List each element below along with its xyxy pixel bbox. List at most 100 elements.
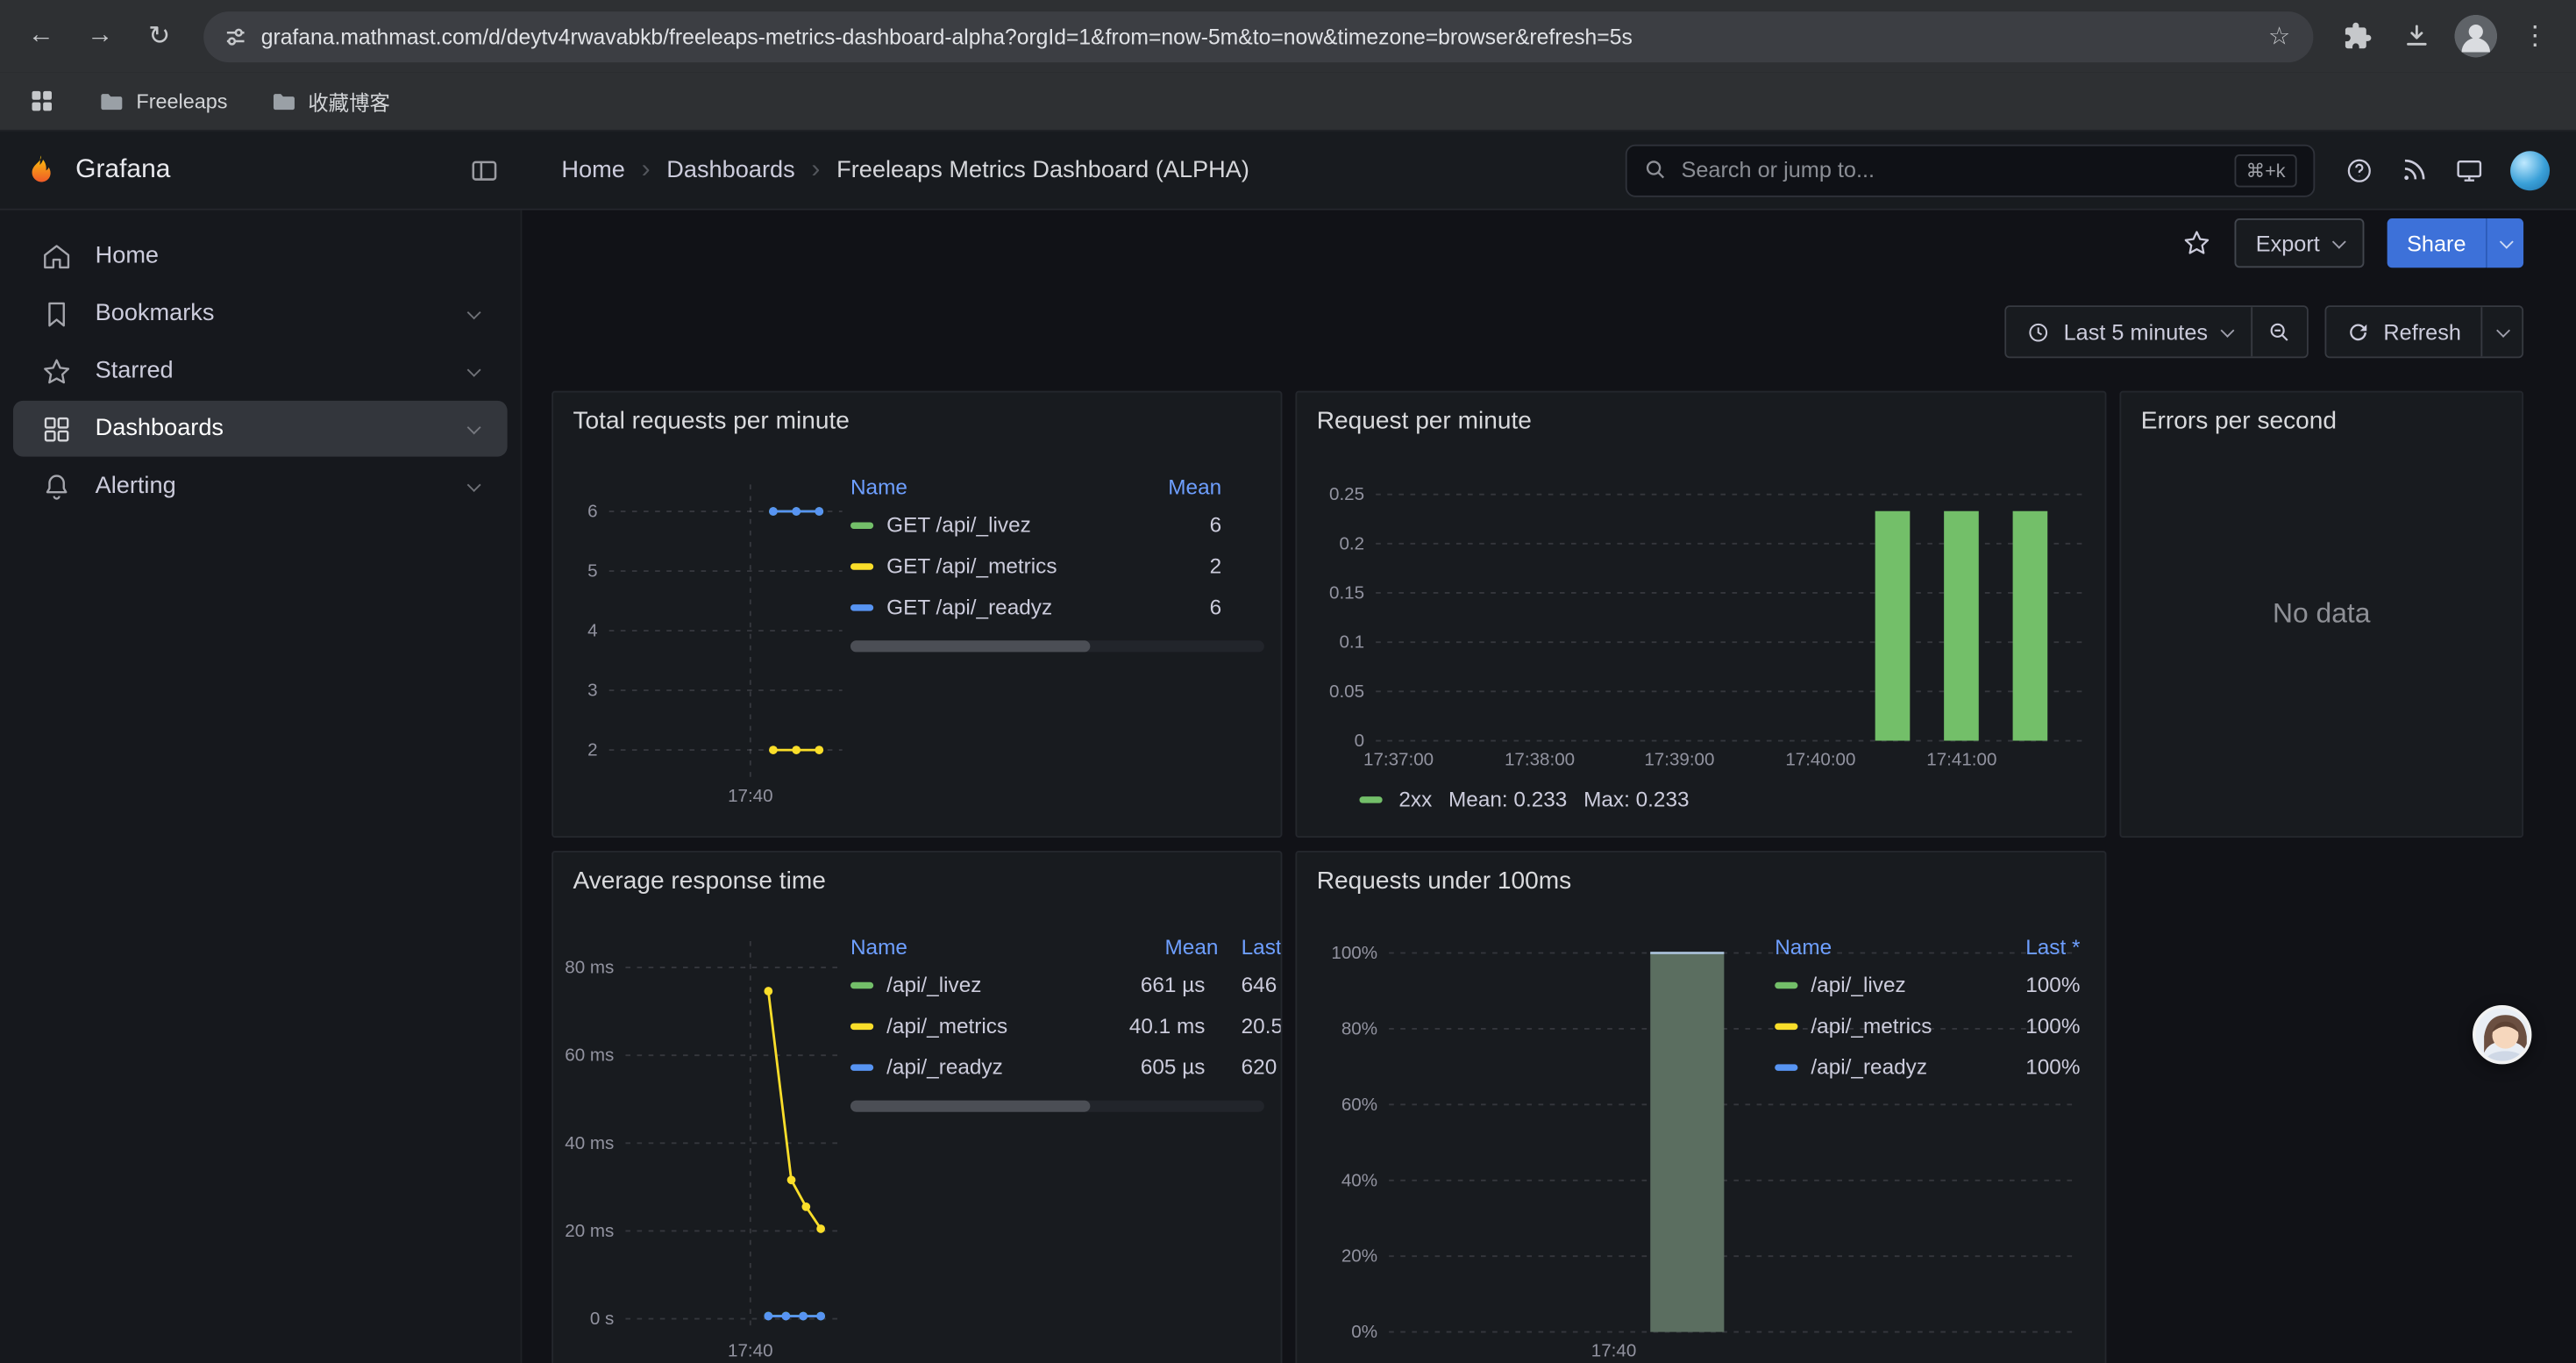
series-name: /api/_livez [886, 973, 1086, 997]
legend-table: Name Last * /api/_livez 100% /api/_metri… [1775, 928, 2080, 1088]
omnibox[interactable]: ☆ [203, 11, 2313, 61]
total-requests-chart[interactable]: 6543217:40 [560, 465, 850, 826]
legend-header: Name Last * [1775, 928, 2080, 964]
sidebar-toggle-icon[interactable] [470, 155, 500, 185]
back-icon[interactable]: ← [13, 8, 69, 64]
svg-text:0.1: 0.1 [1339, 632, 1364, 653]
breadcrumb-dashboards[interactable]: Dashboards [666, 157, 794, 183]
series-color-dash [1359, 796, 1382, 802]
sidebar-item-bookmarks[interactable]: Bookmarks [13, 286, 508, 342]
svg-text:17:40: 17:40 [728, 1341, 773, 1361]
legend-row[interactable]: GET /api/_metrics 2 [850, 546, 1264, 587]
panel-under-100ms: Requests under 100ms 100%80%60%40%20%0%1… [1295, 851, 2106, 1363]
avg-response-chart[interactable]: 80 ms60 ms40 ms20 ms0 s17:40 [560, 924, 850, 1363]
legend-col-last[interactable]: Last * [1218, 934, 1282, 959]
series-name: /api/_metrics [886, 1013, 1086, 1038]
chevron-down-icon [2500, 235, 2514, 249]
chevron-down-icon[interactable] [467, 363, 481, 377]
site-info-icon[interactable] [224, 24, 248, 48]
series-last: 100% [1991, 1054, 2080, 1079]
url-input[interactable] [261, 24, 2242, 48]
chevron-down-icon [2332, 235, 2346, 249]
legend-row[interactable]: /api/_livez 100% [1775, 964, 2080, 1005]
sidebar-item-home[interactable]: Home [13, 228, 508, 284]
legend-row[interactable]: /api/_metrics 100% [1775, 1005, 2080, 1046]
bookmark-star-icon[interactable]: ☆ [2255, 21, 2303, 51]
chevron-down-icon[interactable] [467, 305, 481, 319]
search-input[interactable] [1681, 158, 2221, 182]
legend-inline[interactable]: 2xx Mean: 0.233 Max: 0.233 [1359, 787, 1689, 811]
svg-text:4: 4 [587, 621, 597, 641]
downloads-icon[interactable] [2389, 8, 2445, 64]
svg-text:100%: 100% [1331, 943, 1377, 963]
legend-row[interactable]: /api/_readyz 605 µs 620 µs [850, 1046, 1282, 1088]
chevron-down-icon[interactable] [467, 478, 481, 492]
refresh-interval-button[interactable] [2480, 307, 2522, 356]
scrollbar-thumb[interactable] [850, 1101, 1091, 1112]
time-range-picker[interactable]: Last 5 minutes [2006, 307, 2251, 356]
sidebar-item-starred[interactable]: Starred [13, 343, 508, 399]
panel-title[interactable]: Requests under 100ms [1297, 853, 2104, 896]
search-box[interactable]: ⌘+k [1626, 144, 2315, 196]
browser-profile-avatar[interactable] [2448, 8, 2504, 64]
legend-table: Name Mean Last * /api/_livez 661 µs 646 … [850, 928, 1282, 1112]
svg-text:2: 2 [587, 740, 597, 760]
svg-text:17:39:00: 17:39:00 [1644, 750, 1714, 770]
panel-title[interactable]: Average response time [553, 853, 1281, 896]
sidebar-item-label: Bookmarks [96, 301, 215, 327]
legend-scrollbar[interactable] [850, 640, 1264, 652]
legend-col-last[interactable]: Last * [1991, 934, 2080, 959]
zoom-out-icon[interactable] [2251, 307, 2307, 356]
request-per-minute-chart[interactable]: 0.250.20.150.10.05017:37:0017:38:0017:39… [1310, 471, 2095, 783]
series-color-dash [1775, 1023, 1797, 1029]
nav-sidebar: Home Bookmarks Starred Dashboards Alerti… [0, 211, 522, 1363]
scrollbar-thumb[interactable] [850, 640, 1091, 652]
panel-errors-per-second: Errors per second No data [2119, 391, 2523, 838]
export-button[interactable]: Export [2234, 218, 2364, 268]
legend-scrollbar[interactable] [850, 1101, 1264, 1112]
breadcrumb-home[interactable]: Home [561, 157, 624, 183]
sidebar-item-dashboards[interactable]: Dashboards [13, 401, 508, 457]
news-rss-icon[interactable] [2401, 156, 2429, 184]
legend-row[interactable]: /api/_readyz 100% [1775, 1046, 2080, 1088]
series-max: Max: 0.233 [1583, 787, 1689, 811]
legend-row[interactable]: GET /api/_readyz 6 [850, 586, 1264, 627]
svg-text:17:40:00: 17:40:00 [1785, 750, 1855, 770]
extensions-icon[interactable] [2330, 8, 2386, 64]
series-color-dash [850, 1023, 873, 1029]
favorite-star-icon[interactable] [2181, 228, 2211, 258]
share-menu-button[interactable] [2486, 218, 2523, 268]
series-mean: Mean: 0.233 [1448, 787, 1567, 811]
reload-icon[interactable]: ↻ [132, 8, 188, 64]
kiosk-monitor-icon[interactable] [2454, 155, 2484, 185]
panel-title[interactable]: Total requests per minute [553, 393, 1281, 436]
avatar-illustration [2476, 1009, 2532, 1065]
apps-grid-icon[interactable] [17, 76, 66, 125]
grafana-logo[interactable] [23, 152, 59, 188]
series-color-dash [850, 603, 873, 610]
legend-col-mean[interactable]: Mean [1168, 474, 1264, 498]
legend-col-name[interactable]: Name [850, 474, 907, 498]
svg-text:20 ms: 20 ms [565, 1221, 614, 1241]
sidebar-item-alerting[interactable]: Alerting [13, 458, 508, 514]
chevron-down-icon[interactable] [467, 420, 481, 434]
share-button[interactable]: Share [2387, 218, 2486, 268]
legend-col-name[interactable]: Name [1775, 934, 1832, 959]
bookmark-folder-freeleaps[interactable]: Freeleaps [89, 83, 238, 119]
grafana-profile-avatar[interactable] [2510, 150, 2550, 189]
bookmark-folder-blogs[interactable]: 收藏博客 [260, 81, 400, 122]
refresh-button[interactable]: Refresh [2326, 307, 2481, 356]
floating-avatar-button[interactable] [2473, 1005, 2531, 1064]
legend-row[interactable]: /api/_metrics 40.1 ms 20.5 ms [850, 1005, 1282, 1046]
legend-col-mean[interactable]: Mean [1114, 934, 1219, 959]
help-icon[interactable] [2345, 155, 2374, 185]
forward-icon[interactable]: → [72, 8, 128, 64]
legend-col-name[interactable]: Name [850, 934, 907, 959]
breadcrumb: Home › Dashboards › Freeleaps Metrics Da… [522, 155, 1249, 185]
legend-row[interactable]: GET /api/_livez 6 [850, 504, 1264, 546]
panel-title[interactable]: Request per minute [1297, 393, 2104, 436]
series-name: /api/_readyz [886, 1054, 1086, 1079]
series-name: GET /api/_readyz [886, 595, 1052, 619]
legend-row[interactable]: /api/_livez 661 µs 646 µs [850, 964, 1282, 1005]
browser-menu-icon[interactable]: ⋮ [2507, 8, 2563, 64]
